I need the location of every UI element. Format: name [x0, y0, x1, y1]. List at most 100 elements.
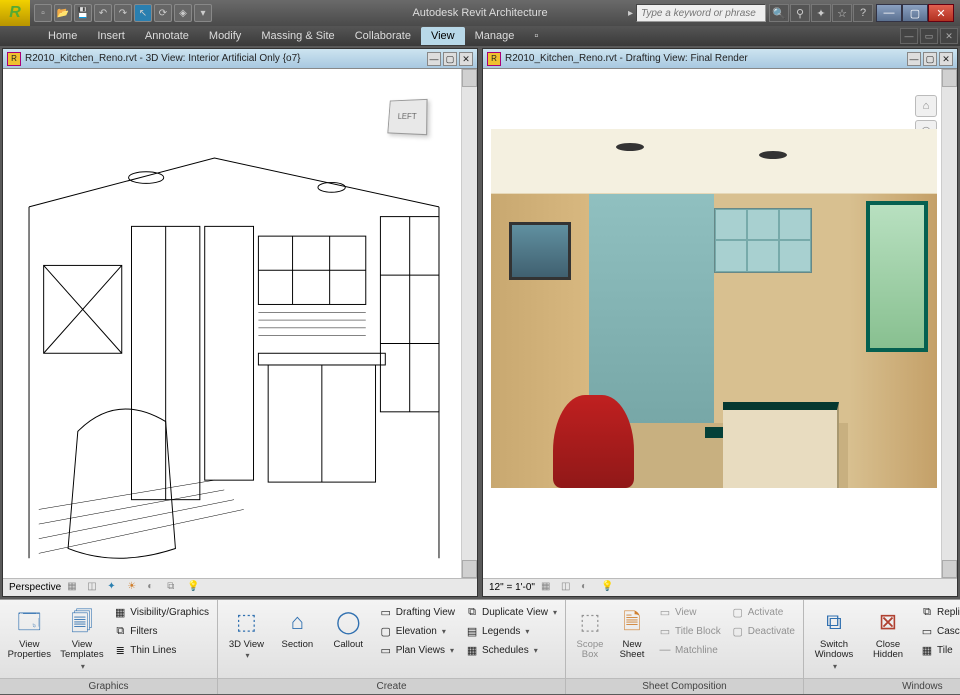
- close-hidden-button[interactable]: ⊠Close Hidden: [862, 603, 914, 664]
- doc-right-close-button[interactable]: ✕: [939, 52, 953, 66]
- render-image: [491, 129, 937, 488]
- switch-windows-button[interactable]: ⧉Switch Windows: [808, 603, 860, 675]
- app-logo[interactable]: R: [0, 0, 30, 26]
- elevation-button[interactable]: ▢Elevation: [375, 622, 459, 640]
- place-view-button[interactable]: ▭View: [654, 603, 725, 621]
- mdi-restore-button[interactable]: ▭: [920, 28, 938, 44]
- qat-dd-icon[interactable]: ▾: [194, 4, 212, 22]
- window-maximize-button[interactable]: ▢: [902, 4, 928, 22]
- matchline-button[interactable]: —Matchline: [654, 641, 725, 659]
- status-reveal-icon[interactable]: 💡: [187, 581, 201, 595]
- status-visual-icon[interactable]: ✦: [107, 581, 121, 595]
- switch-icon: ⧉: [818, 606, 850, 638]
- status-detail-icon[interactable]: ◫: [561, 581, 575, 595]
- qat-redo-icon[interactable]: ↷: [114, 4, 132, 22]
- doc-left-canvas[interactable]: LEFT: [3, 69, 477, 578]
- plan-views-button[interactable]: ▭Plan Views: [375, 641, 459, 659]
- schedules-button[interactable]: ▦Schedules: [461, 641, 561, 659]
- replicate-button[interactable]: ⧉Replicate: [916, 603, 960, 621]
- status-sun-icon[interactable]: ◐: [581, 581, 595, 595]
- window-minimize-button[interactable]: —: [876, 4, 902, 22]
- legends-button[interactable]: ▤Legends: [461, 622, 561, 640]
- qat-save-icon[interactable]: 💾: [74, 4, 92, 22]
- panel-title: Sheet Composition: [566, 678, 803, 694]
- view-properties-button[interactable]: 🗔 View Properties: [4, 603, 55, 664]
- doc-title-left[interactable]: R R2010_Kitchen_Reno.rvt - 3D View: Inte…: [3, 49, 477, 69]
- title-block-button[interactable]: ▭Title Block: [654, 622, 725, 640]
- doc-left-min-button[interactable]: —: [427, 52, 441, 66]
- scope-icon: ⬚: [574, 606, 606, 638]
- sheet-icon: 🗎: [616, 606, 648, 638]
- search-go-icon[interactable]: 🔍: [769, 4, 789, 22]
- subscript-icon[interactable]: ✦: [811, 4, 831, 22]
- doc-right-scrollbar[interactable]: [941, 69, 957, 578]
- help-icon[interactable]: ?: [853, 4, 873, 22]
- label: View Templates: [60, 640, 105, 661]
- mdi-minimize-button[interactable]: —: [900, 28, 918, 44]
- view-templates-button[interactable]: 🗐 View Templates: [57, 603, 108, 675]
- callout-button[interactable]: ◯Callout: [324, 603, 373, 653]
- status-crop-icon[interactable]: ⧉: [167, 581, 181, 595]
- tile-button[interactable]: ▦Tile: [916, 641, 960, 659]
- qat-modify-icon[interactable]: ↖: [134, 4, 152, 22]
- tab-massing[interactable]: Massing & Site: [251, 27, 344, 45]
- panel-sheet-composition: ⬚Scope Box 🗎New Sheet ▭View ▭Title Block…: [566, 600, 804, 694]
- doc-right-canvas[interactable]: ⌂ ◎ 🔍: [483, 69, 957, 578]
- filters-button[interactable]: ⧉Filters: [109, 622, 213, 640]
- comm-icon[interactable]: ⚲: [790, 4, 810, 22]
- qat-open-icon[interactable]: 📂: [54, 4, 72, 22]
- cascade-button[interactable]: ▭Cascade: [916, 622, 960, 640]
- doc-right-statusbar: 12" = 1'-0" ▦ ◫ ◐ 💡: [483, 578, 957, 596]
- tab-annotate[interactable]: Annotate: [135, 27, 199, 45]
- doc-title-right-text: R2010_Kitchen_Reno.rvt - Drafting View: …: [505, 53, 748, 64]
- doc-left-close-button[interactable]: ✕: [459, 52, 473, 66]
- doc-right-min-button[interactable]: —: [907, 52, 921, 66]
- qat-3d-icon[interactable]: ◈: [174, 4, 192, 22]
- status-model-icon[interactable]: ▦: [67, 581, 81, 595]
- status-detail-icon[interactable]: ◫: [87, 581, 101, 595]
- doc-right-max-button[interactable]: ▢: [923, 52, 937, 66]
- drafting-view-button[interactable]: ▭Drafting View: [375, 603, 459, 621]
- doc-left-max-button[interactable]: ▢: [443, 52, 457, 66]
- tab-insert[interactable]: Insert: [87, 27, 135, 45]
- doc-left-scrollbar[interactable]: [461, 69, 477, 578]
- new-sheet-button[interactable]: 🗎New Sheet: [612, 603, 652, 664]
- tab-manage[interactable]: Manage: [465, 27, 525, 45]
- status-sun-icon[interactable]: ☀: [127, 581, 141, 595]
- deactivate-button[interactable]: ▢Deactivate: [727, 622, 799, 640]
- doc-title-left-text: R2010_Kitchen_Reno.rvt - 3D View: Interi…: [25, 53, 301, 64]
- visibility-graphics-button[interactable]: ▦Visibility/Graphics: [109, 603, 213, 621]
- tab-home[interactable]: Home: [38, 27, 87, 45]
- search-input[interactable]: [636, 4, 766, 22]
- scope-box-button[interactable]: ⬚Scope Box: [570, 603, 610, 664]
- qat-new-icon[interactable]: ▫: [34, 4, 52, 22]
- qat-sync-icon[interactable]: ⟳: [154, 4, 172, 22]
- panel-title: Windows: [804, 678, 960, 694]
- nav-home-icon[interactable]: ⌂: [915, 95, 937, 117]
- tab-modify[interactable]: Modify: [199, 27, 251, 45]
- panel-create: ⬚3D View ⌂Section ◯Callout ▭Drafting Vie…: [218, 600, 566, 694]
- label: View Properties: [7, 640, 52, 661]
- search-chevron-icon[interactable]: ▸: [628, 8, 633, 19]
- qat-undo-icon[interactable]: ↶: [94, 4, 112, 22]
- callout-icon: ◯: [332, 606, 364, 638]
- 3d-view-button[interactable]: ⬚3D View: [222, 603, 271, 664]
- duplicate-view-button[interactable]: ⧉Duplicate View: [461, 603, 561, 621]
- doc-title-right[interactable]: R R2010_Kitchen_Reno.rvt - Drafting View…: [483, 49, 957, 69]
- ribbon: 🗔 View Properties 🗐 View Templates ▦Visi…: [0, 599, 960, 694]
- window-close-button[interactable]: ✕: [928, 4, 954, 22]
- mdi-close-button[interactable]: ✕: [940, 28, 958, 44]
- activate-button[interactable]: ▢Activate: [727, 603, 799, 621]
- tab-collaborate[interactable]: Collaborate: [345, 27, 421, 45]
- tab-extra-icon[interactable]: ▫: [524, 27, 548, 45]
- title-bar: R ▫ 📂 💾 ↶ ↷ ↖ ⟳ ◈ ▾ Autodesk Revit Archi…: [0, 0, 960, 26]
- doc-left-scale: Perspective: [9, 582, 61, 593]
- status-shadow-icon[interactable]: ◐: [147, 581, 161, 595]
- fav-icon[interactable]: ☆: [832, 4, 852, 22]
- status-model-icon[interactable]: ▦: [541, 581, 555, 595]
- status-reveal-icon[interactable]: 💡: [601, 581, 615, 595]
- 3d-icon: ⬚: [230, 606, 262, 638]
- tab-view[interactable]: View: [421, 27, 465, 45]
- thin-lines-button[interactable]: ≣Thin Lines: [109, 641, 213, 659]
- section-button[interactable]: ⌂Section: [273, 603, 322, 653]
